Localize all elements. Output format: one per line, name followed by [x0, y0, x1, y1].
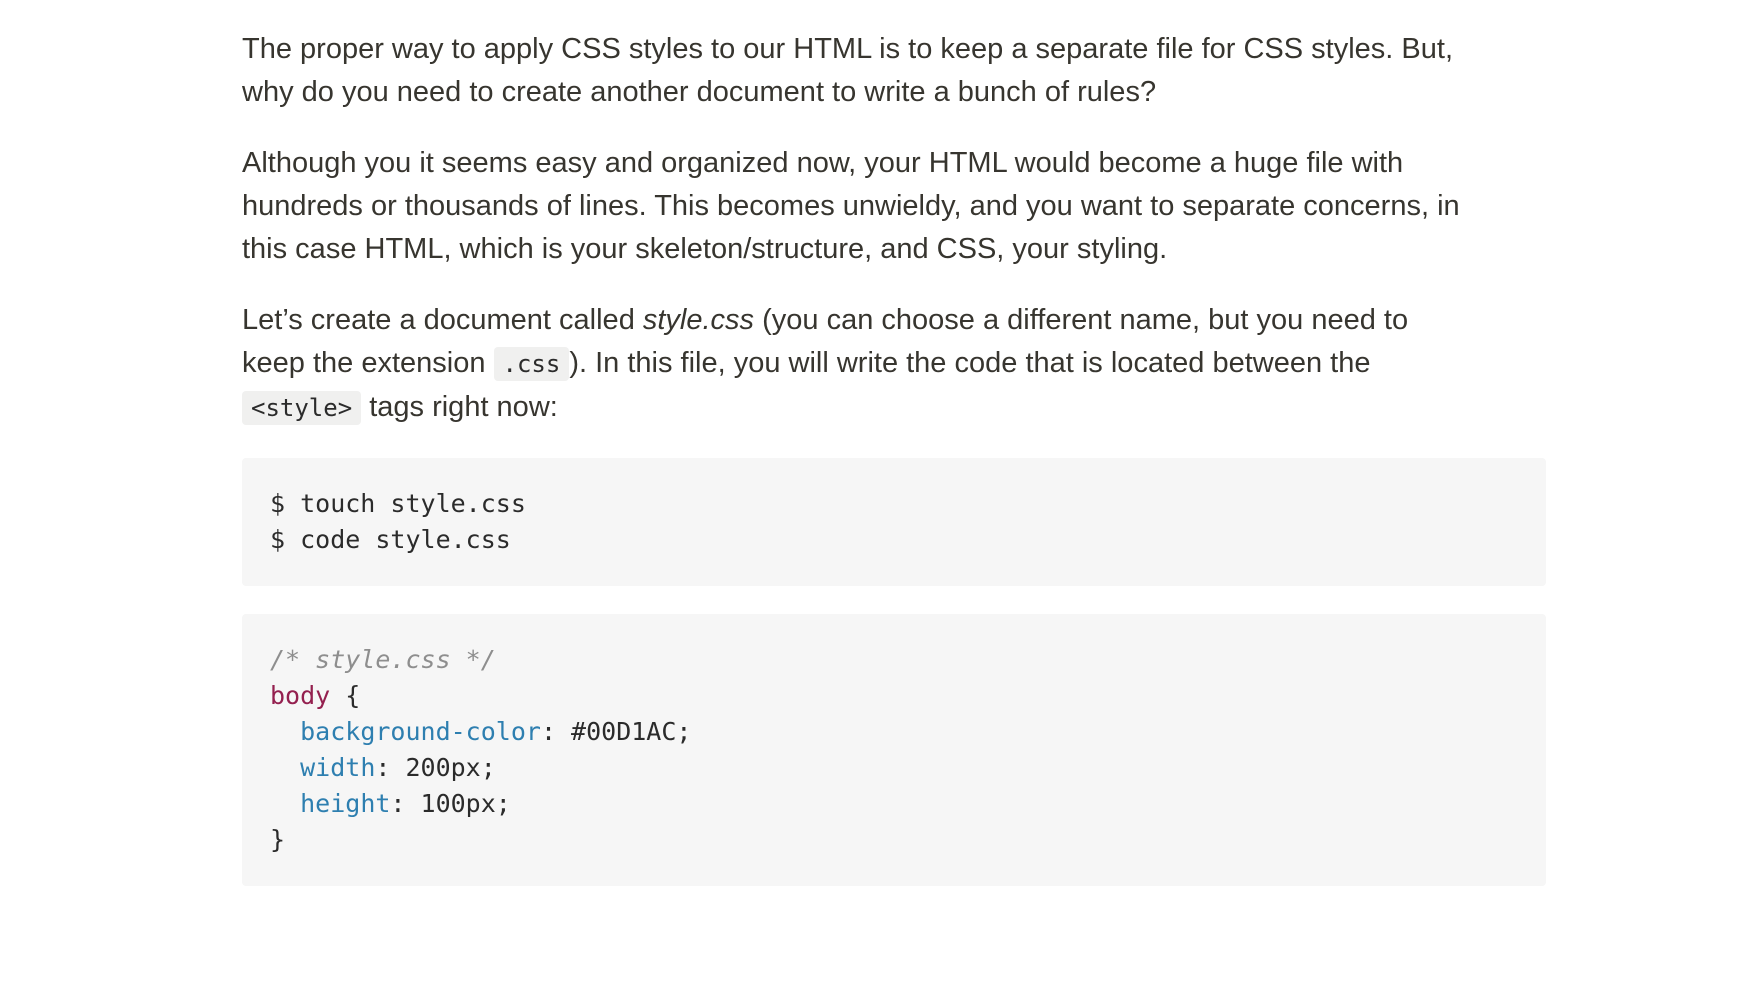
- code-line: $ touch style.css: [270, 489, 526, 518]
- css-value: : 200px;: [375, 753, 496, 782]
- css-property: background-color: [300, 717, 541, 746]
- code-line: body {: [270, 678, 1518, 714]
- paragraph-line: why do you need to create another docume…: [242, 76, 1157, 108]
- text-segment: (you can choose a different name, but yo…: [754, 304, 1409, 336]
- paragraph-line: hundreds or thousands of lines. This bec…: [242, 190, 1460, 222]
- open-brace: {: [330, 681, 361, 710]
- css-value: : 100px;: [390, 789, 511, 818]
- text-segment: Let’s create a document called: [242, 304, 643, 336]
- text-segment: ). In this file, you will write the code…: [569, 347, 1371, 379]
- filename-emphasis: style.css: [642, 304, 755, 336]
- paragraph-create-document: Let’s create a document called style.css…: [242, 299, 1546, 430]
- paragraph-line: Although you it seems easy and organized…: [242, 147, 1404, 179]
- css-property: height: [300, 789, 391, 818]
- paragraph-line: keep the extension .css). In this file, …: [242, 342, 1546, 386]
- code-comment: /* style.css */: [270, 645, 496, 674]
- paragraph-line: Let’s create a document called style.css…: [242, 299, 1546, 342]
- code-line: background-color: #00D1AC;: [270, 714, 1518, 750]
- paragraph-line: <style> tags right now:: [242, 386, 1546, 430]
- text-segment: tags right now:: [361, 391, 558, 423]
- shell-code-block[interactable]: $ touch style.css $ code style.css: [242, 458, 1546, 586]
- paragraph-separate-concerns: Although you it seems easy and organized…: [242, 142, 1546, 271]
- css-property: width: [300, 753, 376, 782]
- inline-code-style-tag: <style>: [242, 391, 362, 425]
- paragraph-line: this case HTML, which is your skeleton/s…: [242, 233, 1168, 265]
- close-brace: }: [270, 825, 286, 854]
- article-content: The proper way to apply CSS styles to ou…: [242, 28, 1546, 914]
- css-selector: body: [270, 681, 331, 710]
- css-code-block[interactable]: /* style.css */body { background-color: …: [242, 614, 1546, 886]
- text-segment: keep the extension: [242, 347, 494, 379]
- paragraph-separate-file: The proper way to apply CSS styles to ou…: [242, 28, 1546, 114]
- paragraph-line: The proper way to apply CSS styles to ou…: [242, 33, 1454, 65]
- code-line: width: 200px;: [270, 750, 1518, 786]
- code-line: $ code style.css: [270, 525, 511, 554]
- code-line: height: 100px;: [270, 786, 1518, 822]
- css-value: : #00D1AC;: [540, 717, 692, 746]
- inline-code-extension: .css: [493, 347, 570, 381]
